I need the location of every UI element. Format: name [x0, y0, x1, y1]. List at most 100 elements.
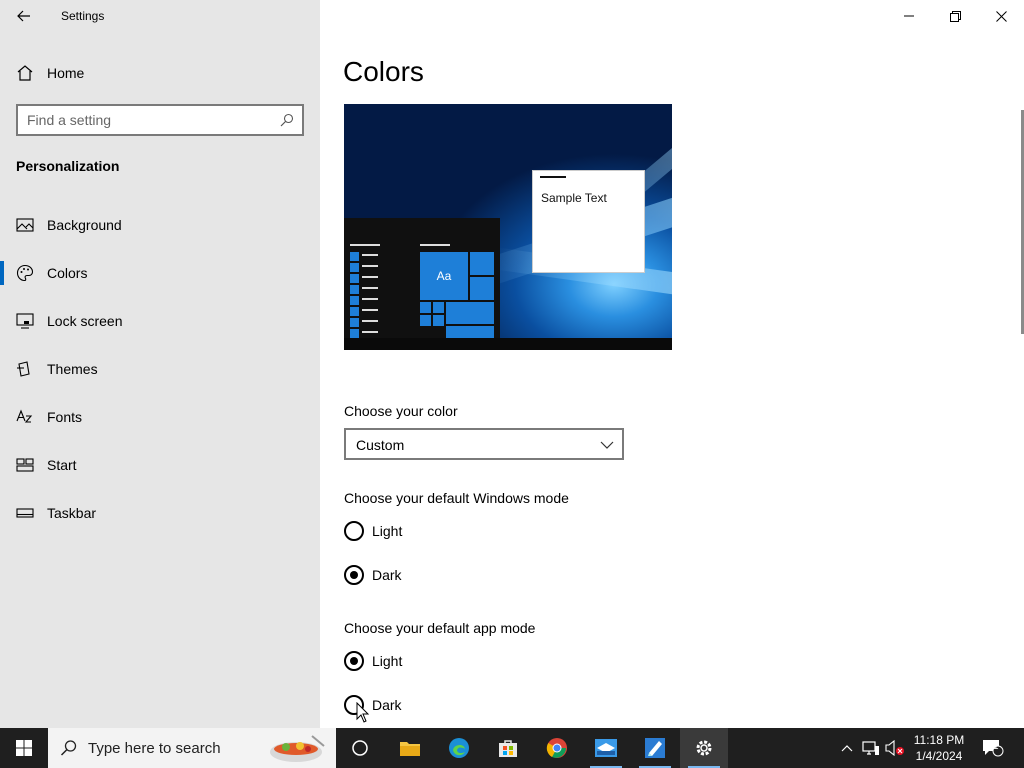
- taskbar-app-mail[interactable]: [582, 728, 630, 768]
- clock-time: 11:18 PM: [913, 733, 965, 747]
- taskbar-chrome[interactable]: [533, 728, 581, 768]
- sidebar-item-home[interactable]: Home: [0, 56, 320, 90]
- windows-mode-label: Choose your default Windows mode: [344, 490, 569, 506]
- sidebar-item-label: Lock screen: [47, 313, 123, 329]
- home-icon: [17, 65, 33, 81]
- taskbar-edge[interactable]: [435, 728, 483, 768]
- sidebar-item-label: Colors: [47, 265, 88, 281]
- taskbar-settings[interactable]: [680, 728, 728, 768]
- preview-tile: [433, 302, 444, 313]
- radio-label: Light: [372, 523, 403, 539]
- chevron-up-icon: [841, 745, 853, 752]
- preview-tile-aa: Aa: [420, 252, 468, 300]
- taskbar-icon: [16, 508, 34, 518]
- search-icon: [60, 740, 77, 756]
- preview-app-lines: [362, 254, 380, 342]
- choose-color-dropdown[interactable]: Custom: [344, 428, 624, 460]
- edge-browser-icon: [449, 738, 469, 758]
- gear-icon: [696, 740, 712, 756]
- sidebar-item-colors[interactable]: Colors: [0, 253, 320, 293]
- search-icon: [280, 113, 294, 127]
- show-hidden-icons-button[interactable]: [838, 728, 856, 768]
- close-icon: [995, 10, 1007, 22]
- network-tray-button[interactable]: [860, 728, 882, 768]
- sidebar-item-label: Fonts: [47, 409, 83, 425]
- preview-taskbar: [344, 338, 672, 350]
- color-preview: Aa Sample Text: [344, 104, 672, 350]
- radio-label: Dark: [372, 567, 402, 583]
- find-setting-input[interactable]: [27, 111, 267, 129]
- action-center-button[interactable]: 1: [980, 728, 1006, 768]
- taskbar-store[interactable]: [484, 728, 532, 768]
- image-icon: [16, 218, 34, 232]
- taskbar: Type here to search 11:18 PM 1/4/2024 1: [0, 728, 1024, 768]
- taskbar-search-box[interactable]: Type here to search: [48, 728, 336, 768]
- sidebar-item-themes[interactable]: Themes: [0, 349, 320, 389]
- sidebar-item-start[interactable]: Start: [0, 445, 320, 485]
- chrome-browser-icon: [546, 738, 567, 758]
- restore-icon: [949, 10, 961, 22]
- preview-tile: [446, 326, 494, 338]
- volume-tray-button[interactable]: [884, 728, 906, 768]
- sidebar-item-taskbar[interactable]: Taskbar: [0, 493, 320, 533]
- start-button[interactable]: [0, 728, 48, 768]
- preview-tile: [470, 277, 494, 300]
- notification-count: 1: [993, 741, 999, 752]
- system-clock[interactable]: 11:18 PM 1/4/2024: [906, 732, 972, 764]
- dropdown-value: Custom: [356, 437, 405, 453]
- lock-screen-icon: [16, 313, 34, 329]
- section-title: Personalization: [16, 158, 120, 174]
- restore-button[interactable]: [932, 0, 978, 32]
- radio-circle[interactable]: [344, 521, 364, 541]
- volume-muted-icon: [885, 740, 904, 756]
- preview-line: [420, 244, 450, 246]
- close-button[interactable]: [978, 0, 1024, 32]
- radio-circle[interactable]: [344, 565, 364, 585]
- sidebar-item-label: Start: [47, 457, 77, 473]
- fonts-icon: [16, 409, 33, 423]
- app-mode-dark-radio[interactable]: Dark: [344, 695, 544, 719]
- app-mode-light-radio[interactable]: Light: [344, 651, 544, 675]
- sidebar-item-label: Home: [47, 65, 85, 81]
- preview-tile: [420, 315, 431, 326]
- task-view-icon: [352, 740, 368, 756]
- store-icon: [499, 740, 517, 757]
- preview-tile: [433, 315, 444, 326]
- taskbar-file-explorer[interactable]: [386, 728, 434, 768]
- preview-start-menu: Aa: [344, 218, 500, 338]
- windows-logo-icon: [16, 740, 32, 756]
- preview-line: [350, 244, 380, 246]
- task-view-button[interactable]: [336, 728, 384, 768]
- sidebar-item-fonts[interactable]: Fonts: [0, 397, 320, 437]
- choose-color-label: Choose your color: [344, 403, 458, 419]
- mouse-cursor-icon: [356, 702, 370, 723]
- sidebar-item-lock-screen[interactable]: Lock screen: [0, 301, 320, 341]
- main-content: Colors Aa Sample Text Choose your color …: [320, 0, 1024, 728]
- taskbar-search-placeholder: Type here to search: [88, 740, 221, 757]
- minimize-button[interactable]: [886, 0, 932, 32]
- radio-circle[interactable]: [344, 651, 364, 671]
- taskbar-app-paint[interactable]: [631, 728, 679, 768]
- preview-app-column: [350, 252, 360, 344]
- app-title: Settings: [61, 9, 105, 23]
- sidebar: Settings Home Personalization Background…: [0, 0, 320, 728]
- themes-icon: [17, 361, 30, 377]
- network-icon: [862, 741, 879, 755]
- sidebar-item-background[interactable]: Background: [0, 205, 320, 245]
- search-box[interactable]: [16, 104, 304, 136]
- chevron-down-icon: [600, 441, 614, 449]
- sidebar-item-label: Taskbar: [47, 505, 97, 521]
- search-highlight-icon: [270, 735, 325, 762]
- sidebar-item-label: Themes: [47, 361, 98, 377]
- sidebar-item-label: Background: [47, 217, 122, 233]
- paint-app-icon: [645, 738, 665, 758]
- palette-icon: [16, 264, 34, 282]
- preview-sample-text: Sample Text: [541, 191, 607, 205]
- windows-mode-dark-radio[interactable]: Dark: [344, 565, 544, 589]
- start-icon: [16, 458, 34, 472]
- back-button[interactable]: [10, 4, 38, 28]
- windows-mode-light-radio[interactable]: Light: [344, 521, 544, 545]
- app-window-icon: [595, 739, 617, 757]
- app-mode-label: Choose your default app mode: [344, 620, 536, 636]
- clock-date: 1/4/2024: [915, 749, 963, 763]
